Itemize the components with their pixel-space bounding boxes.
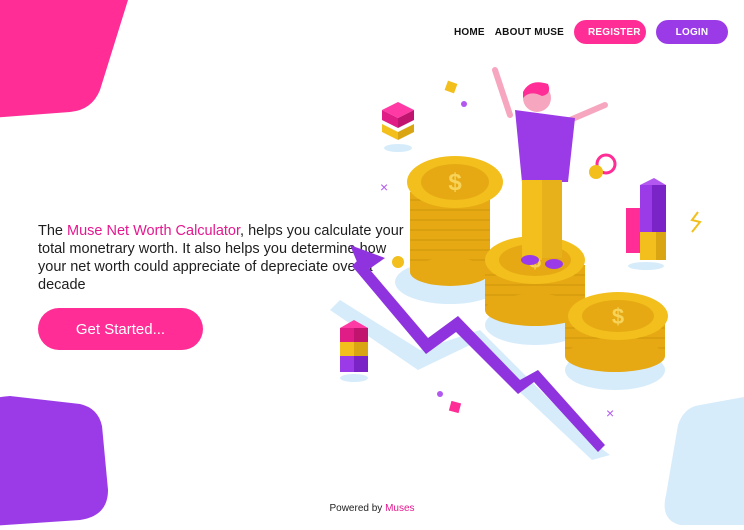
confetti-dot [437, 391, 443, 397]
isometric-cubes-icon [382, 102, 414, 152]
nav-home-link[interactable]: HOME [454, 27, 485, 38]
svg-text:$: $ [612, 304, 624, 329]
stacked-blocks-icon [340, 320, 368, 382]
app-name: Muse Net Worth Calculator [67, 223, 241, 239]
footer-prefix: Powered by [329, 503, 386, 514]
register-button[interactable]: REGISTER [574, 20, 646, 44]
bar-blocks-icon [626, 178, 666, 270]
confetti-square [444, 80, 458, 94]
nav-about-link[interactable]: ABOUT MUSE [495, 27, 564, 38]
top-navigation: HOME ABOUT MUSE REGISTER LOGIN [454, 20, 728, 44]
confetti-dot [392, 256, 404, 268]
login-button[interactable]: LOGIN [656, 20, 728, 44]
confetti-cross: × [606, 405, 614, 421]
svg-text:$: $ [448, 169, 462, 196]
confetti-zigzag [690, 211, 702, 233]
confetti-cross: × [380, 179, 388, 195]
coin-stack: $ [565, 292, 668, 372]
pink-blob-decoration [0, 0, 128, 118]
net-worth-illustration: $ $ $ [330, 67, 702, 460]
hero-prefix: The [38, 223, 68, 239]
confetti-dot [461, 101, 467, 107]
confetti-dot [589, 165, 603, 179]
get-started-button[interactable]: Get Started... [38, 308, 203, 350]
confetti-square [448, 400, 462, 414]
footer-brand-link[interactable]: Muses [385, 503, 414, 514]
footer: Powered by Muses [0, 503, 744, 514]
